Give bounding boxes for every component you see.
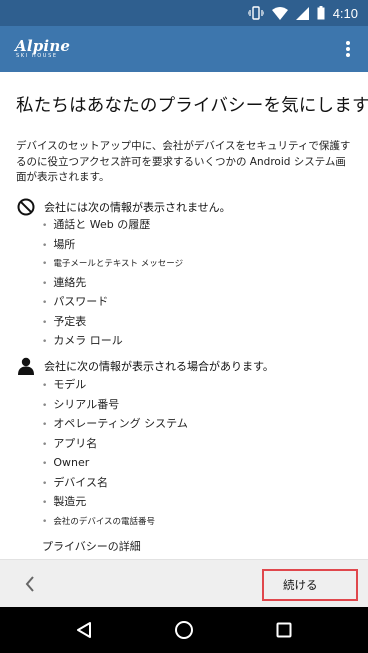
list-item: • カメラ ロール [42, 334, 123, 347]
not-visible-list: • 通話と Web の履歴 • 場所 • 電子メールとテキスト メッセージ • 連絡先 … [42, 216, 183, 352]
alpine-ski-house-logo: Alpine SKI HOUSE [15, 39, 70, 60]
list-item: • 通話と Web の履歴 [42, 218, 151, 231]
list-item: • パスワード [42, 295, 109, 308]
prohibited-icon [16, 197, 36, 217]
may-see-heading-row: 会社に次の情報が表示される場合があります。 [16, 356, 274, 376]
bottom-action-bar: 続ける [0, 559, 368, 607]
privacy-details-link[interactable]: プライバシーの詳細 [42, 538, 141, 554]
list-item: • モデル [42, 378, 87, 391]
list-item: • Owner [42, 456, 90, 469]
not-visible-heading: 会社には次の情報が表示されません。 [44, 201, 231, 214]
main-content[interactable]: 私たちはあなたのプライバシーを気にします。 デバイスのセットアップ中に、会社がデ… [0, 72, 368, 559]
list-item: • 場所 [42, 237, 76, 251]
vibrate-icon [247, 6, 264, 20]
more-dot [346, 41, 350, 45]
setup-description: デバイスのセットアップ中に、会社がデバイスをセキュリティで保護するのに役立つアク… [16, 140, 351, 183]
page-title: 私たちはあなたのプライバシーを気にします。 [16, 96, 368, 116]
list-item: • 電子メールとテキスト メッセージ [42, 259, 184, 269]
list-item: • デバイス名 [42, 475, 108, 489]
more-vert-icon[interactable] [340, 38, 356, 60]
wifi-icon [271, 6, 288, 20]
chevron-left-icon[interactable] [18, 572, 42, 596]
person-icon [16, 356, 36, 376]
list-item: • 予定表 [42, 314, 87, 328]
more-dot [346, 53, 350, 57]
continue-button[interactable]: 続ける [262, 569, 358, 601]
clock: 4:10 [332, 5, 358, 21]
list-item: • 会社のデバイスの電話番号 [42, 516, 156, 527]
list-item: • オペレーティング システム [42, 417, 188, 430]
home-circle-icon[interactable] [172, 618, 196, 642]
status-bar: 4:10 [0, 0, 368, 26]
logo-main-text: Alpine [15, 37, 71, 55]
more-dot [346, 47, 350, 51]
back-triangle-icon[interactable] [72, 618, 96, 642]
app-bar: Alpine SKI HOUSE [0, 26, 368, 72]
recents-square-icon[interactable] [272, 618, 296, 642]
list-item: • アプリ名 [42, 436, 98, 450]
system-nav-bar [0, 607, 368, 653]
signal-icon [295, 6, 309, 20]
not-visible-heading-row: 会社には次の情報が表示されません。 [16, 197, 231, 217]
may-see-list: • モデル • シリアル番号 • オペレーティング システム • アプリ名 • Owner… [42, 376, 188, 531]
battery-icon [317, 6, 325, 20]
may-see-heading: 会社に次の情報が表示される場合があります。 [44, 360, 274, 373]
list-item: • シリアル番号 [42, 397, 120, 411]
list-item: • 製造元 [42, 495, 87, 508]
list-item: • 連絡先 [42, 275, 87, 289]
